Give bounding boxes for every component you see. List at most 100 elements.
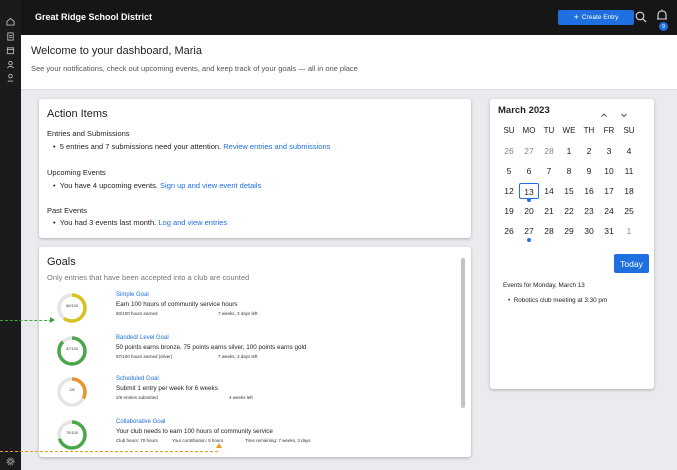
search-icon[interactable] — [635, 10, 647, 23]
chevron-down-icon[interactable] — [620, 106, 628, 118]
goal-description: 50 points earns bronze, 75 points earns … — [116, 344, 307, 351]
goal-progress-ring — [56, 335, 88, 367]
sign-up-events-link[interactable]: Sign up and view event details — [160, 181, 261, 190]
action-item: • 5 entries and 7 submissions need your … — [53, 142, 331, 151]
goal-progress-ring — [56, 419, 88, 451]
ring-progress — [57, 336, 87, 366]
calendar-day[interactable]: 31 — [599, 223, 619, 239]
welcome-banner: Welcome to your dashboard, Maria See you… — [21, 35, 677, 90]
goal-time-left: 7 weeks, 3 days left — [218, 354, 258, 359]
annotation-guide — [0, 320, 52, 321]
goals-subtitle: Only entries that have been accepted int… — [47, 273, 250, 282]
log-entries-link[interactable]: Log and view entries — [158, 218, 227, 227]
goal-item[interactable]: 2/6 Scheduled Goal Submit 1 entry per we… — [54, 376, 454, 416]
goal-name[interactable]: Scheduled Goal — [116, 376, 159, 382]
calendar-day[interactable]: 1 — [559, 143, 579, 159]
calendar-day[interactable]: 2 — [579, 143, 599, 159]
calendar-day[interactable]: 27 — [519, 143, 539, 159]
goals-scrollbar[interactable] — [461, 258, 465, 408]
calendar-day[interactable]: 9 — [579, 163, 599, 179]
calendar-day[interactable]: 15 — [559, 183, 579, 199]
calendar-icon[interactable] — [6, 46, 15, 55]
calendar-day[interactable]: 28 — [539, 143, 559, 159]
goal-time-left: 7 weeks, 3 days left — [218, 311, 258, 316]
calendar-day[interactable]: 8 — [559, 163, 579, 179]
goal-time-left: 4 weeks left — [229, 395, 253, 400]
calendar-day[interactable]: 30 — [579, 223, 599, 239]
event-item: • Robotics club meeting at 3:30 pm — [508, 297, 608, 304]
goal-description: Earn 100 hours of community service hour… — [116, 301, 238, 308]
review-entries-link[interactable]: Review entries and submissions — [223, 142, 330, 151]
bell-icon[interactable] — [656, 9, 668, 22]
goal-meta: Club hours: 70 hours — [116, 438, 158, 443]
calendar-day[interactable]: 19 — [499, 203, 519, 219]
calendar-day[interactable]: 25 — [619, 203, 639, 219]
event-dot — [527, 198, 531, 202]
calendar-day[interactable]: 1 — [619, 223, 639, 239]
goal-description: Submit 1 entry per week for 6 weeks — [116, 385, 218, 392]
goal-item[interactable]: 87/100 Banded/ Level Goal 50 points earn… — [54, 335, 454, 375]
chevron-up-icon[interactable] — [600, 106, 608, 117]
calendar-day[interactable]: 26 — [499, 223, 519, 239]
calendar-day[interactable]: 27 — [519, 223, 539, 239]
goal-name[interactable]: Simple Goal — [116, 292, 149, 298]
calendar-day[interactable]: 6 — [519, 163, 539, 179]
goals-title: Goals — [47, 256, 76, 268]
calendar-day[interactable]: 29 — [559, 223, 579, 239]
goal-meta: 87/100 hours earned (silver) — [116, 354, 173, 359]
calendar-day[interactable]: 5 — [499, 163, 519, 179]
goal-meta: 2/6 entries submitted — [116, 395, 158, 400]
calendar-day[interactable]: 26 — [499, 143, 519, 159]
goal-name[interactable]: Banded/ Level Goal — [116, 335, 169, 341]
calendar-day[interactable]: 7 — [539, 163, 559, 179]
day-of-week: SU — [503, 126, 515, 135]
calendar-day[interactable]: 13 — [519, 183, 539, 199]
action-item: • You have 4 upcoming events. Sign up an… — [53, 181, 262, 190]
settings-icon[interactable] — [6, 457, 15, 466]
calendar-day[interactable]: 21 — [539, 203, 559, 219]
day-of-week: FR — [603, 126, 615, 135]
calendar-day[interactable]: 12 — [499, 183, 519, 199]
welcome-subtitle: See your notifications, check out upcomi… — [31, 64, 358, 73]
day-of-week: TU — [543, 126, 555, 135]
day-of-week: WE — [562, 126, 576, 135]
calendar-day[interactable]: 23 — [579, 203, 599, 219]
event-dot — [527, 238, 531, 242]
left-rail — [0, 0, 21, 470]
goal-item[interactable]: 60/100 Simple Goal Earn 100 hours of com… — [54, 292, 454, 332]
goal-name[interactable]: Collaborative Goal — [116, 419, 165, 425]
notification-badge: 9 — [659, 22, 668, 31]
today-button[interactable]: Today — [614, 254, 649, 273]
calendar-day[interactable]: 16 — [579, 183, 599, 199]
section-title: Upcoming Events — [47, 168, 106, 177]
profile-icon[interactable] — [6, 73, 15, 82]
annotation-guide — [0, 451, 218, 452]
calendar-day[interactable]: 22 — [559, 203, 579, 219]
calendar-day[interactable]: 3 — [599, 143, 619, 159]
top-bar: Great Ridge School District + Create Ent… — [21, 0, 677, 35]
document-icon[interactable] — [6, 32, 15, 41]
goals-card: Goals Only entries that have been accept… — [39, 247, 471, 457]
calendar-day[interactable]: 10 — [599, 163, 619, 179]
calendar-day[interactable]: 4 — [619, 143, 639, 159]
calendar-day[interactable]: 24 — [599, 203, 619, 219]
group-icon[interactable] — [6, 60, 15, 69]
calendar-day[interactable]: 20 — [519, 203, 539, 219]
day-of-week: SU — [623, 126, 635, 135]
day-of-week: TH — [583, 126, 595, 135]
action-item: • You had 3 events last month. Log and v… — [53, 218, 228, 227]
calendar-day[interactable]: 28 — [539, 223, 559, 239]
goal-time-left: Time remaining: 7 weeks, 3 days — [245, 438, 311, 443]
calendar-day[interactable]: 18 — [619, 183, 639, 199]
district-name: Great Ridge School District — [35, 12, 153, 22]
events-title: Events for Monday, March 13 — [503, 282, 585, 289]
home-icon[interactable] — [6, 17, 15, 26]
goal-description: Your club needs to earn 100 hours of com… — [116, 428, 273, 435]
calendar-day[interactable]: 17 — [599, 183, 619, 199]
section-title: Entries and Submissions — [47, 129, 130, 138]
calendar-month: March 2023 — [498, 105, 550, 116]
calendar-day[interactable]: 11 — [619, 163, 639, 179]
calendar-day[interactable]: 14 — [539, 183, 559, 199]
create-entry-label: Create Entry — [581, 14, 619, 21]
create-entry-button[interactable]: + Create Entry — [558, 10, 634, 25]
